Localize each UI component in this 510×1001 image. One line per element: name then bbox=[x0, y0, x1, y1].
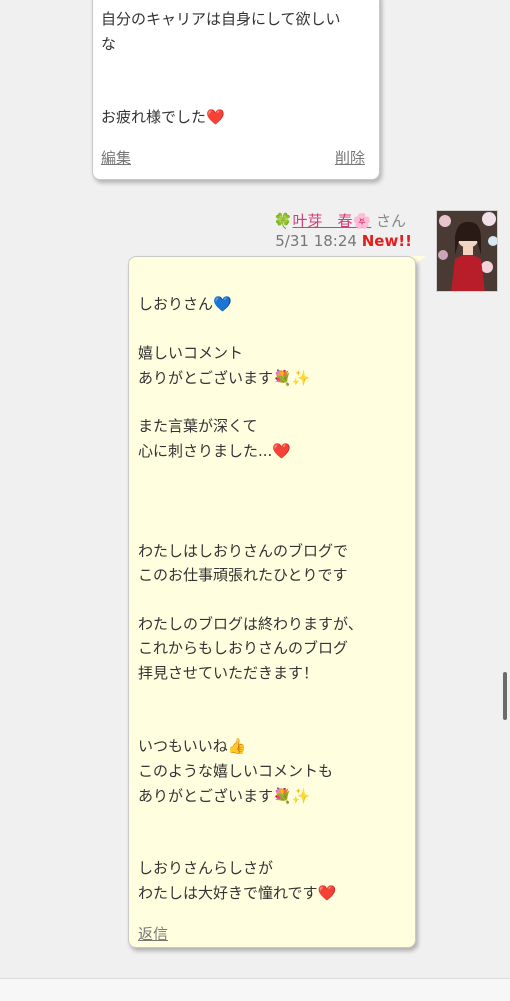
author-suffix: さん bbox=[375, 212, 406, 230]
author-name-link[interactable]: 叶芽 春🌸 bbox=[293, 212, 372, 230]
avatar-image bbox=[437, 211, 497, 291]
reply-text-line: ありがとございます💐✨ bbox=[138, 787, 311, 805]
reply-text-line: わたしは大好きで憧れです❤️ bbox=[138, 884, 337, 902]
reply-text-line: 拝見させていただきます！ bbox=[138, 664, 319, 682]
comment-text-line: な bbox=[101, 35, 117, 53]
reply-text-line: わたしのブログは終わりますが、 bbox=[138, 615, 363, 633]
comment-text-line: 自分のキャリアは自身にして欲しい bbox=[101, 10, 341, 28]
reply-text-line: いつもいいね👍 bbox=[138, 737, 247, 755]
reply-text-line: 嬉しいコメント bbox=[138, 344, 244, 362]
reply-text-line: このような嬉しいコメントも bbox=[138, 762, 334, 780]
reply-text-line: これからもしおりさんのブログ bbox=[138, 639, 349, 657]
comment-text-line: お疲れ様でした❤️ bbox=[101, 108, 225, 126]
new-badge: New!! bbox=[361, 232, 412, 250]
reply-comment-bubble: しおりさん💙 嬉しいコメント ありがとございます💐✨ また言葉が深くて 心に刺さ… bbox=[128, 256, 416, 948]
scrollbar[interactable] bbox=[503, 672, 507, 720]
reply-author: 🍀叶芽 春🌸 さん bbox=[274, 210, 406, 231]
reply-text-line: ありがとございます💐✨ bbox=[138, 369, 311, 387]
reply-text-line: しおりさん💙 bbox=[138, 295, 232, 313]
reply-text-line: しおりさんらしさが bbox=[138, 859, 274, 877]
reply-text-line: このお仕事頑張れたひとりです bbox=[138, 566, 348, 584]
reply-text-line: わたしはしおりさんのブログで bbox=[138, 542, 349, 560]
reply-date: 5/31 18:24 bbox=[275, 232, 357, 250]
reply-link[interactable]: 返信 bbox=[138, 923, 168, 944]
bottom-toolbar bbox=[0, 978, 510, 1001]
reply-text-line: 心に刺さりました...❤️ bbox=[138, 442, 291, 460]
edit-link[interactable]: 編集 bbox=[101, 147, 131, 168]
own-comment-bubble: 自分のキャリアは自身にして欲しい な お疲れ様でした❤️ 編集 削除 bbox=[92, 0, 380, 180]
clover-icon: 🍀 bbox=[273, 212, 293, 230]
delete-link[interactable]: 削除 bbox=[335, 147, 365, 168]
reply-dateline: 5/31 18:24 New!! bbox=[275, 232, 412, 250]
avatar[interactable] bbox=[436, 210, 498, 292]
reply-text-line: また言葉が深くて bbox=[138, 417, 258, 435]
